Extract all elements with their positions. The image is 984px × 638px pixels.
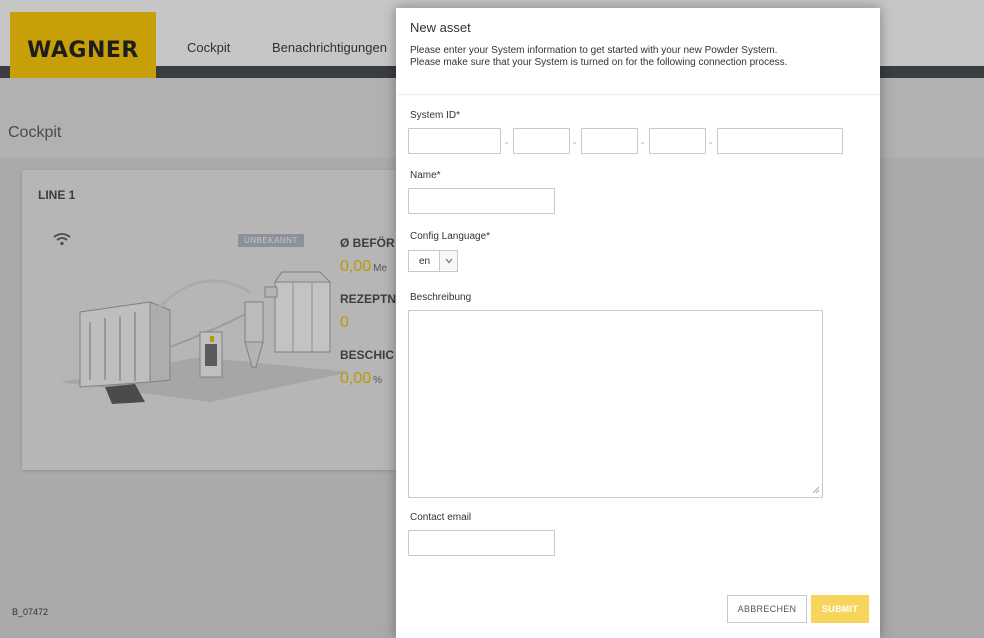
system-id-part-3-input[interactable] bbox=[581, 128, 638, 154]
description-line-1: Please enter your System information to … bbox=[410, 45, 778, 56]
contact-email-input[interactable] bbox=[408, 530, 555, 556]
config-language-value: en bbox=[408, 250, 440, 272]
chevron-down-icon bbox=[445, 258, 452, 264]
name-label: Name* bbox=[410, 170, 441, 181]
description-textarea[interactable] bbox=[408, 310, 823, 498]
system-id-separator: - bbox=[709, 138, 713, 149]
system-id-part-1-input[interactable] bbox=[408, 128, 501, 154]
system-id-separator: - bbox=[505, 138, 509, 149]
name-input[interactable] bbox=[408, 188, 555, 214]
system-id-label: System ID* bbox=[410, 110, 461, 121]
system-id-part-4-input[interactable] bbox=[649, 128, 706, 154]
resize-grip-icon[interactable] bbox=[812, 486, 820, 494]
dialog-description: Please enter your System information to … bbox=[410, 45, 872, 69]
system-id-separator: - bbox=[573, 138, 577, 149]
system-id-separator: - bbox=[641, 138, 645, 149]
config-language-label: Config Language* bbox=[410, 231, 491, 242]
system-id-part-2-input[interactable] bbox=[513, 128, 570, 154]
dialog-title: New asset bbox=[410, 20, 471, 35]
config-language-select[interactable]: en bbox=[408, 250, 458, 272]
description-line-2: Please make sure that your System is tur… bbox=[410, 57, 788, 68]
cancel-button[interactable]: ABBRECHEN bbox=[727, 595, 807, 623]
new-asset-dialog: New asset Please enter your System infor… bbox=[396, 8, 880, 638]
system-id-part-5-input[interactable] bbox=[717, 128, 843, 154]
select-toggle[interactable] bbox=[440, 250, 458, 272]
dialog-divider bbox=[396, 94, 880, 95]
description-label: Beschreibung bbox=[410, 292, 472, 303]
contact-email-label: Contact email bbox=[410, 512, 472, 523]
submit-button[interactable]: SUBMIT bbox=[811, 595, 869, 623]
